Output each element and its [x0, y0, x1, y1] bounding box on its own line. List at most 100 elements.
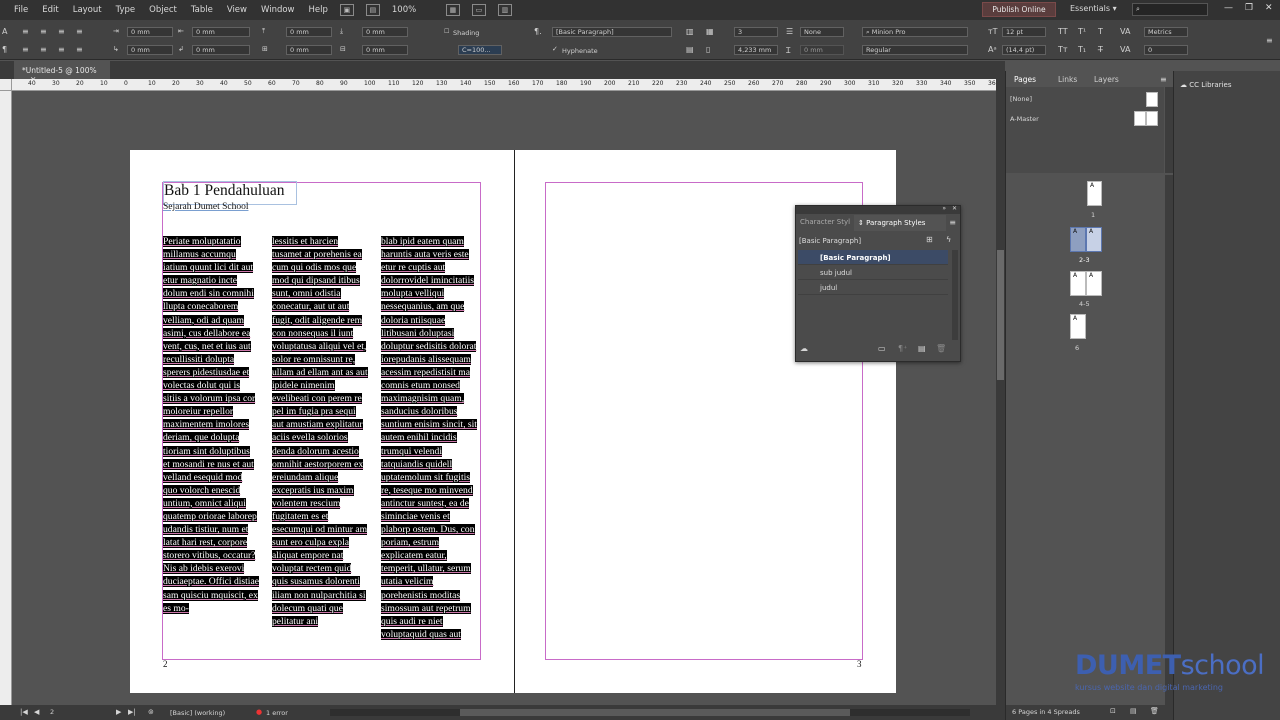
page-thumb-5[interactable]: A	[1086, 271, 1102, 296]
vertical-scrollbar-thumb[interactable]	[997, 250, 1004, 380]
new-style-group-icon[interactable]: ▭	[878, 344, 886, 353]
page-thumb-1[interactable]: A	[1087, 181, 1102, 206]
next-page-icon[interactable]: ▶	[116, 708, 121, 716]
arrange-documents-icon[interactable]: ▥	[497, 4, 512, 16]
master-a-right-thumb[interactable]	[1146, 111, 1158, 126]
stock-icon[interactable]: ▤	[365, 4, 380, 16]
span-field[interactable]: 0 mm	[800, 45, 844, 55]
menu-file[interactable]: File	[14, 5, 28, 15]
page-thumb-6[interactable]: A	[1070, 314, 1086, 339]
align-left-justify-icon[interactable]: ≡	[76, 27, 83, 36]
master-a[interactable]: A-Master	[1010, 115, 1039, 123]
all-caps-icon[interactable]: TT	[1058, 27, 1068, 36]
first-line-indent-field[interactable]: 0 mm	[127, 45, 173, 55]
publish-online-button[interactable]: Publish Online	[982, 2, 1056, 17]
character-mode-icon[interactable]: A	[2, 27, 7, 36]
new-page-icon[interactable]: ▤	[1130, 707, 1137, 715]
delete-page-icon[interactable]: 🗑	[1150, 707, 1159, 715]
align-left-icon[interactable]: ≡	[22, 27, 29, 36]
font-family-dropdown[interactable]: ⌕ Minion Pro	[862, 27, 968, 37]
chapter-subtitle[interactable]: Sejarah Dumet School	[163, 202, 248, 212]
space-before-field[interactable]: 0 mm	[286, 27, 332, 37]
align-right-icon[interactable]: ≡	[58, 27, 65, 36]
style-item-sub-judul[interactable]: sub judul	[798, 265, 948, 280]
page-number-field[interactable]: 2	[46, 707, 106, 717]
quick-apply-icon[interactable]: ϟ	[946, 235, 951, 244]
tab-paragraph-styles[interactable]: ⇕ Paragraph Styles	[854, 215, 946, 231]
page-left[interactable]: Bab 1 Pendahuluan Sejarah Dumet School P…	[130, 150, 514, 693]
pages-panel-menu-icon[interactable]: ≡	[1160, 75, 1167, 84]
screen-mode-icon[interactable]: ▭	[471, 4, 486, 16]
leading-field[interactable]: (14,4 pt)	[1002, 45, 1046, 55]
clear-overrides-icon[interactable]: ¶⁺	[898, 344, 907, 353]
view-options-icon[interactable]: ▦	[445, 4, 460, 16]
font-style-dropdown[interactable]: Regular	[862, 45, 968, 55]
pasteboard[interactable]: Bab 1 Pendahuluan Sejarah Dumet School P…	[12, 91, 996, 705]
bridge-icon[interactable]: ▣	[339, 4, 354, 16]
justify-right-icon[interactable]: ≡	[58, 45, 65, 54]
horizontal-scrollbar[interactable]	[330, 709, 970, 716]
style-item-judul[interactable]: judul	[798, 280, 948, 295]
horizontal-scrollbar-thumb[interactable]	[460, 709, 850, 716]
preflight-profile[interactable]: [Basic] (working)	[170, 709, 225, 717]
control-panel-menu-icon[interactable]: ≡	[1266, 36, 1273, 45]
strikethrough-icon[interactable]: T̶	[1098, 45, 1103, 54]
style-item-basic-paragraph[interactable]: [Basic Paragraph]	[798, 250, 948, 265]
vertical-ruler[interactable]	[0, 91, 12, 705]
vertical-scrollbar[interactable]	[996, 79, 1005, 705]
master-none[interactable]: [None]	[1010, 95, 1032, 103]
close-icon[interactable]: ✕	[1265, 3, 1273, 13]
cc-libraries-tab[interactable]: ☁ CC Libraries	[1180, 81, 1231, 89]
text-column-1[interactable]: Periate moluptatatio millamus accumqu ia…	[163, 235, 259, 661]
tab-layers[interactable]: Layers	[1094, 71, 1119, 87]
open-page-icon[interactable]: ⊚	[148, 708, 154, 716]
error-count[interactable]: 1 error	[266, 709, 288, 717]
justify-spine-icon[interactable]: ≡	[76, 45, 83, 54]
small-caps-icon[interactable]: Tᴛ	[1058, 45, 1068, 54]
space-after-field[interactable]: 0 mm	[362, 27, 408, 37]
superscript-icon[interactable]: T¹	[1078, 27, 1086, 36]
menu-type[interactable]: Type	[116, 5, 136, 15]
workspace-switcher[interactable]: Essentials ▾	[1070, 4, 1117, 13]
subscript-icon[interactable]: T₁	[1078, 45, 1086, 54]
tab-pages[interactable]: Pages	[1010, 71, 1046, 87]
menu-layout[interactable]: Layout	[73, 5, 102, 15]
new-style-icon[interactable]: ▤	[918, 344, 926, 353]
baseline-grid-dropdown[interactable]: None	[800, 27, 844, 37]
close-panel-icon[interactable]: ✕	[952, 205, 957, 212]
shading-color-field[interactable]: C=100...	[458, 45, 502, 55]
tab-character-styles[interactable]: Character Styl	[800, 218, 850, 226]
menu-edit[interactable]: Edit	[42, 5, 58, 15]
menu-window[interactable]: Window	[261, 5, 295, 15]
master-none-thumb[interactable]	[1146, 92, 1158, 107]
gutter-field[interactable]: 4,233 mm	[734, 45, 778, 55]
panel-menu-icon[interactable]: ≡	[949, 218, 956, 227]
delete-style-icon[interactable]: 🗑	[936, 344, 946, 353]
page-thumb-4[interactable]: A	[1070, 271, 1086, 296]
horizontal-ruler[interactable]: 40 30 20 10 0 10 20 30 40 50 60 70 80 90 100 110 120 130 1…	[12, 79, 1005, 91]
styles-list-scrollbar[interactable]	[952, 250, 958, 340]
menu-object[interactable]: Object	[149, 5, 177, 15]
page-thumb-3[interactable]: A	[1086, 227, 1102, 252]
tab-links[interactable]: Links	[1058, 71, 1077, 87]
menu-help[interactable]: Help	[309, 5, 328, 15]
previous-page-icon[interactable]: ◀	[34, 708, 39, 716]
drop-cap-chars-field[interactable]: 0 mm	[362, 45, 408, 55]
pages-scrollbar[interactable]	[1165, 175, 1173, 705]
text-column-3[interactable]: blab ipid eatem quam haruntis auta veris…	[381, 235, 478, 661]
shading-checkbox[interactable]: ☐	[444, 28, 449, 35]
tracking-field[interactable]: 0	[1144, 45, 1188, 55]
paragraph-mode-icon[interactable]: ¶	[2, 45, 7, 54]
underline-icon[interactable]: T	[1098, 27, 1103, 36]
columns-field[interactable]: 3	[734, 27, 778, 37]
align-center-icon[interactable]: ≡	[40, 27, 47, 36]
first-page-icon[interactable]: |◀	[20, 708, 28, 716]
masters-scrollbar[interactable]	[1165, 87, 1173, 173]
panel-drag-bar[interactable]: » ✕	[796, 205, 960, 214]
ruler-origin[interactable]	[0, 79, 12, 91]
justify-center-icon[interactable]: ≡	[40, 45, 47, 54]
kerning-field[interactable]: Metrics	[1144, 27, 1188, 37]
zoom-level[interactable]: 100%	[392, 5, 434, 15]
font-size-field[interactable]: 12 pt	[1002, 27, 1046, 37]
justify-all-icon[interactable]: ≡	[22, 45, 29, 54]
